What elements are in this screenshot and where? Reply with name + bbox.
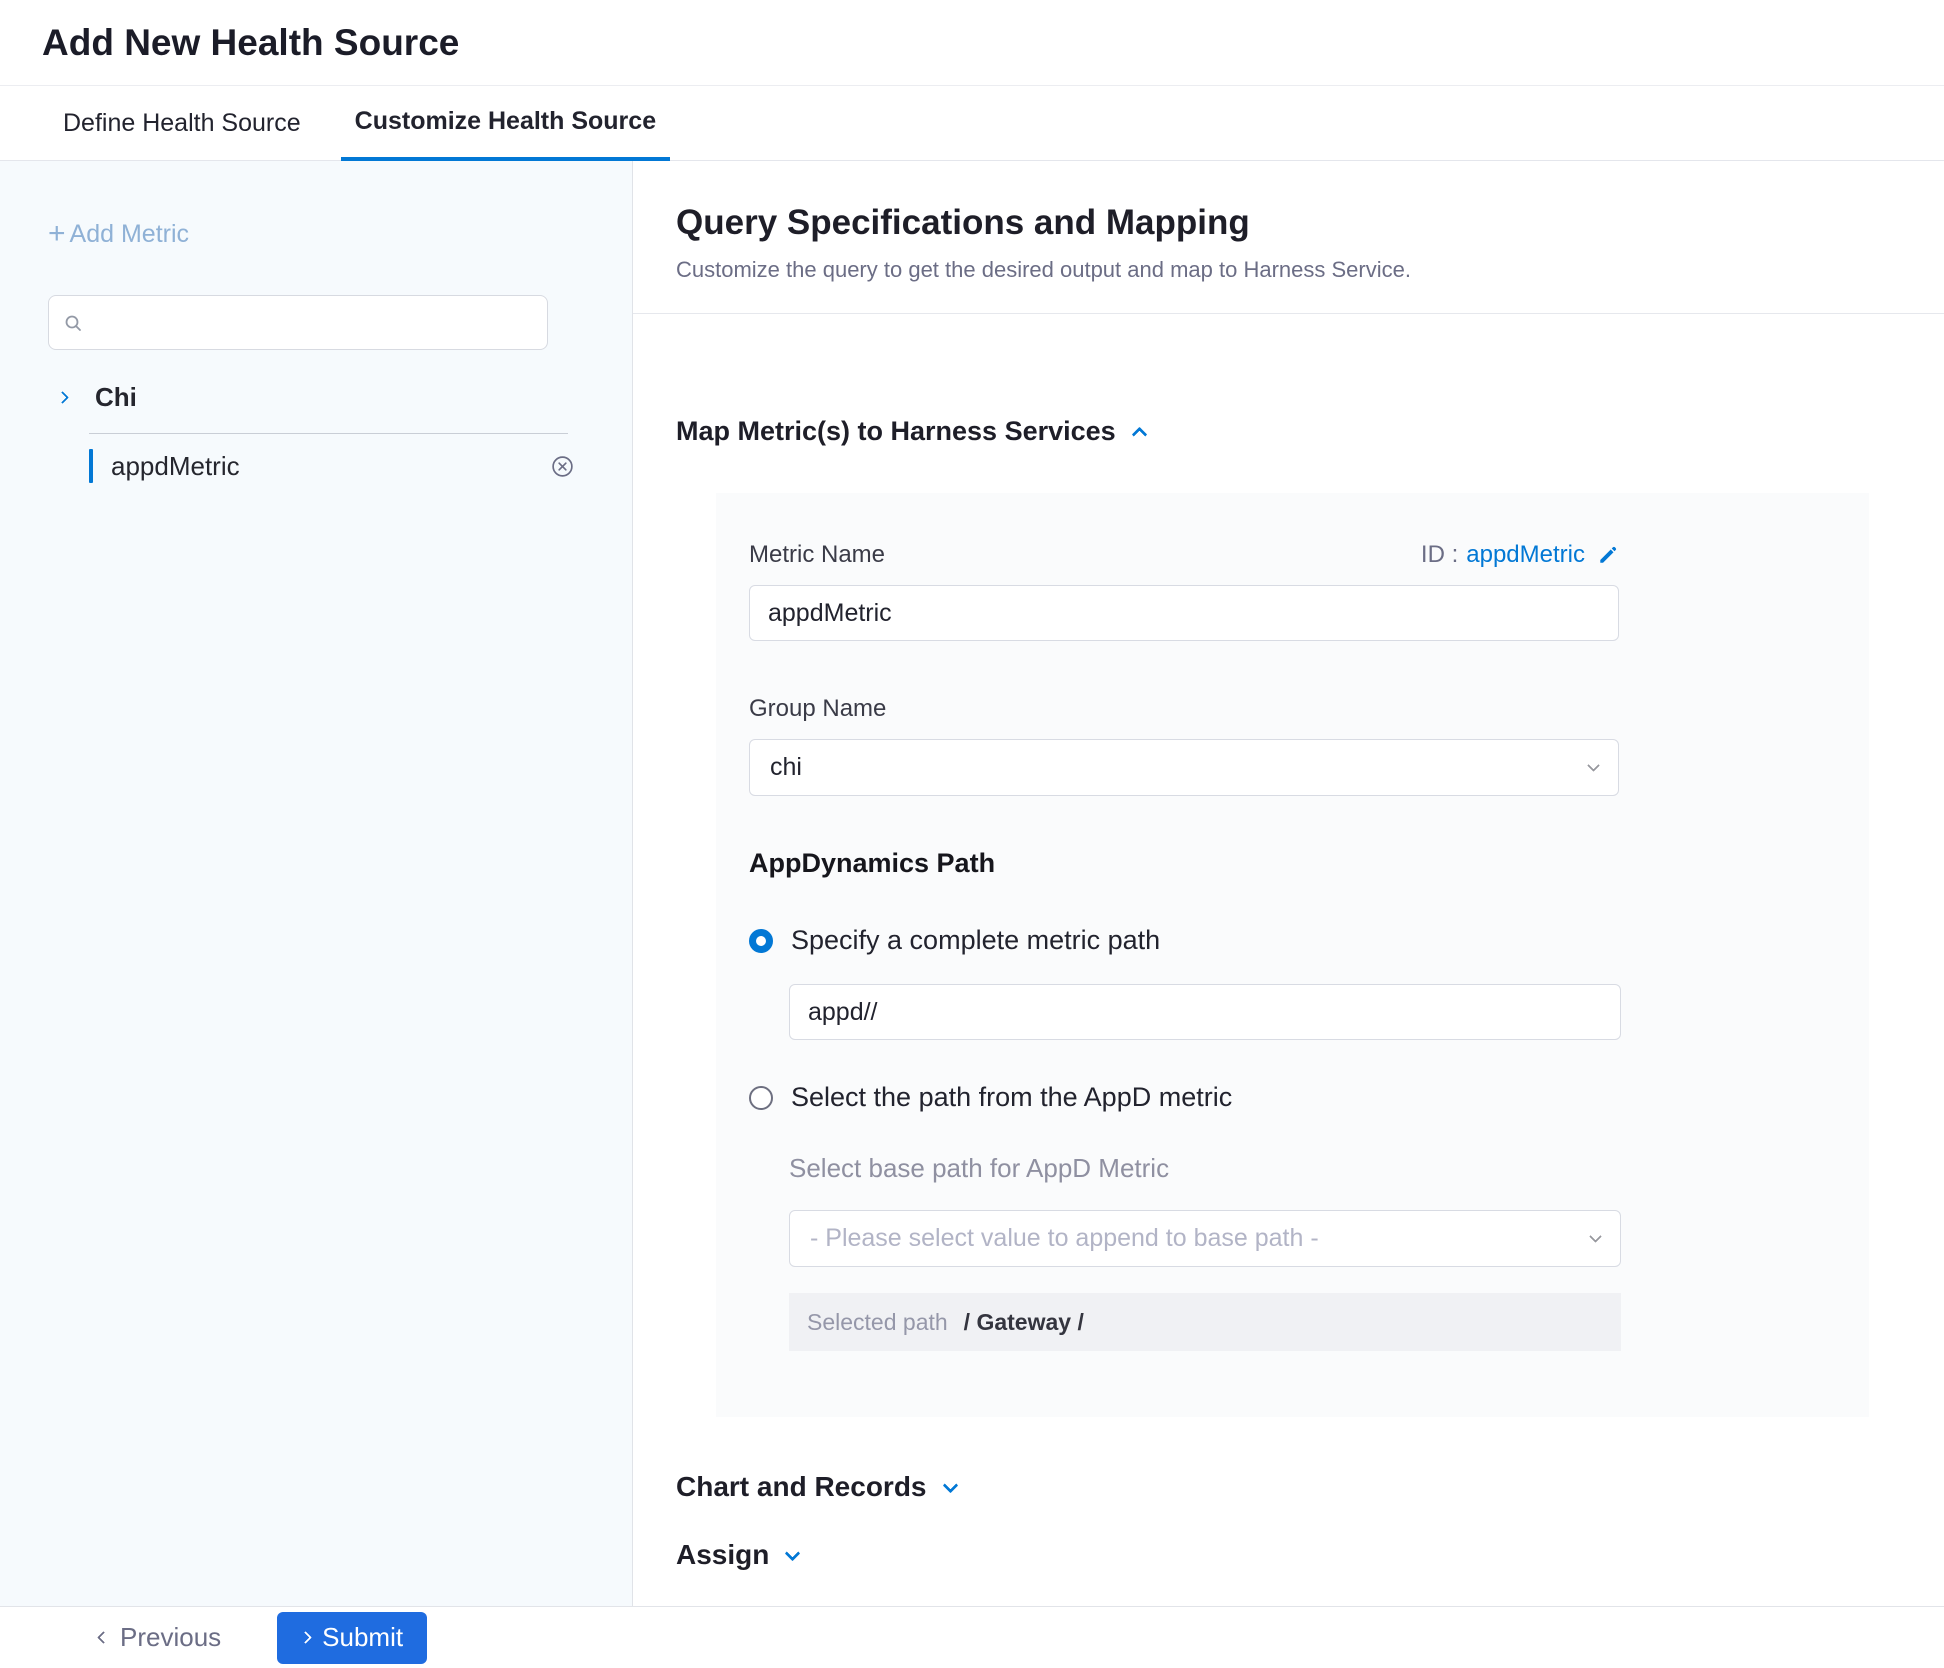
chart-and-records-toggle[interactable]: Chart and Records: [676, 1471, 956, 1503]
metric-group-label: Chi: [95, 382, 137, 413]
chevron-down-icon: [1587, 759, 1600, 772]
chevron-left-icon: [97, 1631, 110, 1644]
submit-button[interactable]: Submit: [277, 1612, 427, 1664]
previous-button-label: Previous: [120, 1622, 221, 1653]
chevron-right-icon: [56, 391, 69, 404]
footer-bar: Previous Submit: [0, 1606, 1944, 1668]
metric-name-row: Metric Name ID : appdMetric: [749, 541, 1619, 569]
radio-complete-metric-path[interactable]: Specify a complete metric path: [749, 925, 1869, 956]
metric-group-chi[interactable]: Chi: [58, 382, 632, 413]
chevron-up-icon: [1131, 427, 1147, 443]
metric-id-wrap: ID : appdMetric: [1421, 541, 1619, 569]
group-name-value: chi: [770, 753, 802, 782]
metric-id-value[interactable]: appdMetric: [1466, 541, 1585, 569]
page-title: Add New Health Source: [42, 22, 459, 64]
radio-selected-icon[interactable]: [749, 929, 773, 953]
chevron-down-icon: [785, 1545, 801, 1561]
content-subtitle: Customize the query to get the desired o…: [676, 257, 1944, 283]
remove-metric-icon[interactable]: [550, 454, 575, 479]
edit-id-icon[interactable]: [1597, 544, 1619, 566]
content-divider: [633, 313, 1944, 314]
content-title: Query Specifications and Mapping: [676, 203, 1944, 243]
complete-metric-path-input[interactable]: [789, 984, 1621, 1040]
base-path-select[interactable]: - Please select value to append to base …: [789, 1210, 1621, 1267]
id-prefix-label: ID :: [1421, 541, 1458, 569]
appdynamics-path-label: AppDynamics Path: [749, 848, 1869, 879]
previous-button[interactable]: Previous: [99, 1622, 221, 1653]
submit-button-label: Submit: [322, 1622, 403, 1653]
selected-metric-indicator: [89, 449, 93, 483]
chevron-down-icon: [942, 1477, 958, 1493]
main-area: + Add Metric Chi appdMetric: [0, 161, 1944, 1606]
selected-path-label: Selected path: [807, 1309, 948, 1336]
metric-search-box: [48, 295, 548, 350]
assign-toggle[interactable]: Assign: [676, 1539, 1944, 1571]
tab-define-health-source[interactable]: Define Health Source: [49, 86, 315, 160]
map-metrics-section-title: Map Metric(s) to Harness Services: [676, 416, 1116, 447]
metrics-sidebar: + Add Metric Chi appdMetric: [0, 161, 633, 1606]
add-metric-label: Add Metric: [70, 220, 189, 249]
base-path-placeholder: - Please select value to append to base …: [810, 1224, 1319, 1253]
metric-search-input[interactable]: [93, 296, 547, 349]
metric-item-appdmetric[interactable]: appdMetric: [89, 434, 575, 498]
chevron-right-icon: [299, 1631, 312, 1644]
assign-title: Assign: [676, 1539, 769, 1571]
radio-select-path-label: Select the path from the AppD metric: [791, 1082, 1232, 1113]
add-health-source-dialog: Add New Health Source Define Health Sour…: [0, 0, 1944, 1668]
group-name-label: Group Name: [749, 695, 1869, 723]
radio-select-appd-path[interactable]: Select the path from the AppD metric: [749, 1082, 1869, 1113]
tab-bar: Define Health Source Customize Health So…: [0, 86, 1944, 161]
dialog-header: Add New Health Source: [0, 0, 1944, 86]
search-icon: [63, 313, 83, 333]
selected-path-bar: Selected path / Gateway /: [789, 1293, 1621, 1351]
query-specifications-panel: Query Specifications and Mapping Customi…: [633, 161, 1944, 1606]
map-metrics-section-toggle[interactable]: Map Metric(s) to Harness Services: [676, 416, 1145, 447]
plus-icon: +: [48, 219, 66, 249]
metric-name-input[interactable]: [749, 585, 1619, 641]
chart-and-records-title: Chart and Records: [676, 1471, 927, 1503]
chevron-down-icon: [1589, 1230, 1602, 1243]
group-name-select[interactable]: chi: [749, 739, 1619, 796]
metric-item-label: appdMetric: [111, 451, 240, 482]
radio-complete-path-label: Specify a complete metric path: [791, 925, 1160, 956]
add-metric-button[interactable]: + Add Metric: [48, 219, 189, 249]
base-path-label: Select base path for AppD Metric: [789, 1153, 1869, 1184]
tab-customize-health-source[interactable]: Customize Health Source: [341, 86, 670, 161]
selected-path-value: / Gateway /: [964, 1309, 1084, 1336]
radio-unselected-icon[interactable]: [749, 1086, 773, 1110]
metric-mapping-card: Metric Name ID : appdMetric Group Name c…: [716, 493, 1869, 1417]
metric-name-label: Metric Name: [749, 541, 885, 569]
